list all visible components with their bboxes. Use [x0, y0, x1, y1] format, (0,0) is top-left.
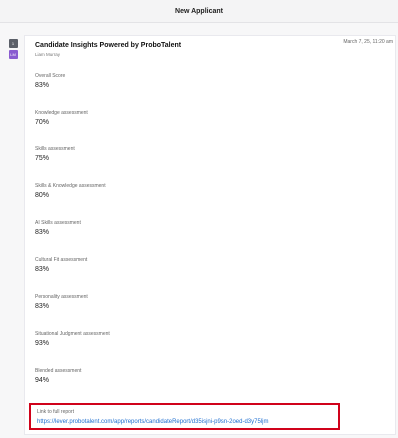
- metric-situational-judgment: Situational Judgment assessment 93%: [35, 331, 110, 347]
- note-title: Candidate Insights Powered by ProboTalen…: [35, 42, 182, 49]
- metric-value: 83%: [35, 82, 50, 89]
- insights-card: March 7, 25, 11:20 am Candidate Insights…: [24, 35, 396, 435]
- metric-value: 94%: [35, 377, 50, 384]
- metric-personality: Personality assessment 83%: [35, 294, 88, 310]
- metric-value: 83%: [35, 303, 50, 310]
- metric-label: Knowledge assessment: [35, 110, 88, 116]
- metric-label: Personality assessment: [35, 294, 88, 300]
- note-timestamp: March 7, 25, 11:20 am: [343, 39, 393, 45]
- left-rail: 1 LM: [8, 39, 18, 59]
- full-report-highlight: Link to full report https://lever.probot…: [29, 403, 340, 430]
- rail-chip-count[interactable]: 1: [8, 39, 18, 48]
- metric-skills: Skills assessment 75%: [35, 146, 75, 162]
- metric-cultural-fit: Cultural Fit assessment 83%: [35, 257, 87, 273]
- metric-value: 80%: [35, 192, 50, 199]
- metric-value: 83%: [35, 266, 50, 273]
- page-title: New Applicant: [175, 7, 223, 15]
- metric-label: Situational Judgment assessment: [35, 331, 110, 337]
- page: New Applicant 1 LM March 7, 25, 11:20 am…: [0, 0, 398, 438]
- full-report-link[interactable]: https://lever.probotalent.com/app/report…: [37, 419, 268, 425]
- metric-label: AI Skills assessment: [35, 220, 81, 226]
- metric-skills-knowledge: Skills & Knowledge assessment 80%: [35, 183, 106, 199]
- metric-overall-score: Overall Score 83%: [35, 73, 65, 89]
- report-label: Link to full report: [37, 409, 74, 415]
- metric-knowledge: Knowledge assessment 70%: [35, 110, 88, 126]
- metric-label: Overall Score: [35, 73, 66, 79]
- metric-value: 83%: [35, 229, 50, 236]
- content-area: 1 LM March 7, 25, 11:20 am Candidate Ins…: [0, 23, 398, 438]
- metric-label: Skills assessment: [35, 146, 75, 152]
- metric-label: Blended assessment: [35, 368, 82, 374]
- metric-ai-skills: AI Skills assessment 83%: [35, 220, 81, 236]
- metric-blended: Blended assessment 94%: [35, 368, 81, 384]
- metric-value: 75%: [35, 155, 50, 162]
- metric-value: 70%: [35, 119, 50, 126]
- user-avatar[interactable]: LM: [8, 50, 18, 59]
- metric-label: Skills & Knowledge assessment: [35, 183, 106, 189]
- top-bar: New Applicant: [0, 0, 398, 23]
- note-heading: Candidate Insights Powered by ProboTalen…: [35, 42, 181, 57]
- metric-label: Cultural Fit assessment: [35, 257, 88, 263]
- note-author: Liam Murray: [35, 52, 61, 57]
- metric-value: 93%: [35, 340, 50, 347]
